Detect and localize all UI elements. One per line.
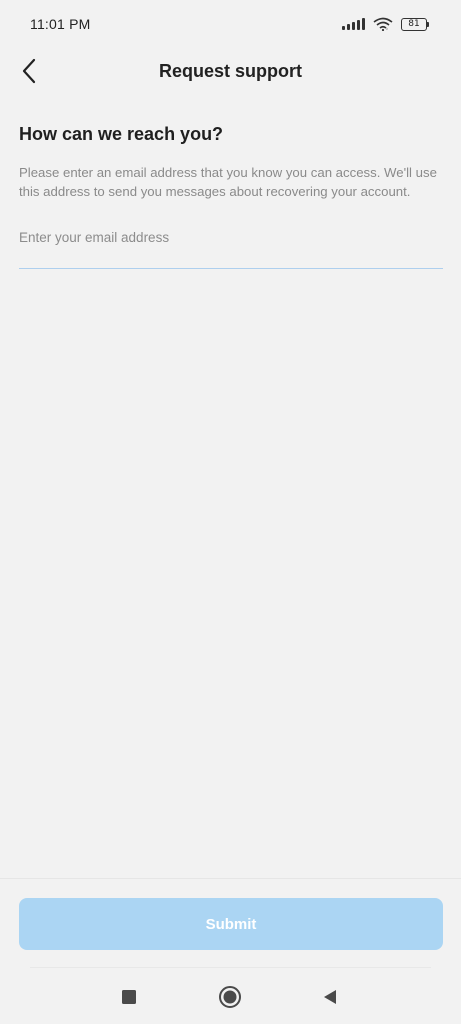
home-button[interactable]: [217, 984, 243, 1010]
header: Request support: [0, 48, 461, 94]
description-text: Please enter an email address that you k…: [19, 165, 437, 199]
recents-square-icon: [122, 990, 136, 1004]
status-bar: 11:01 PM › 81: [0, 0, 461, 48]
system-nav-bar: [0, 972, 461, 1022]
section-heading: How can we reach you?: [19, 124, 224, 144]
recents-button[interactable]: [116, 984, 142, 1010]
chevron-left-icon: [22, 58, 36, 84]
back-triangle-icon: [324, 990, 336, 1004]
wifi-icon: ›: [373, 17, 393, 31]
battery-level: 81: [401, 17, 427, 31]
submit-button[interactable]: Submit: [19, 898, 443, 950]
status-icons: › 81: [342, 17, 429, 31]
email-field: [19, 225, 443, 269]
screen: 11:01 PM › 81 Request support How can we…: [0, 0, 461, 1024]
svg-text:›: ›: [386, 27, 388, 32]
page-title: Request support: [158, 60, 302, 81]
home-circle-icon: [219, 986, 241, 1008]
battery-icon: 81: [401, 17, 429, 31]
email-input[interactable]: [19, 225, 443, 269]
nav-divider: [30, 967, 431, 968]
nav-back-button[interactable]: [317, 984, 343, 1010]
signal-icon: [342, 18, 365, 30]
divider: [0, 878, 461, 879]
main-content: How can we reach you? Please enter an em…: [19, 120, 443, 269]
status-time: 11:01 PM: [30, 16, 91, 32]
back-button[interactable]: [14, 56, 44, 86]
